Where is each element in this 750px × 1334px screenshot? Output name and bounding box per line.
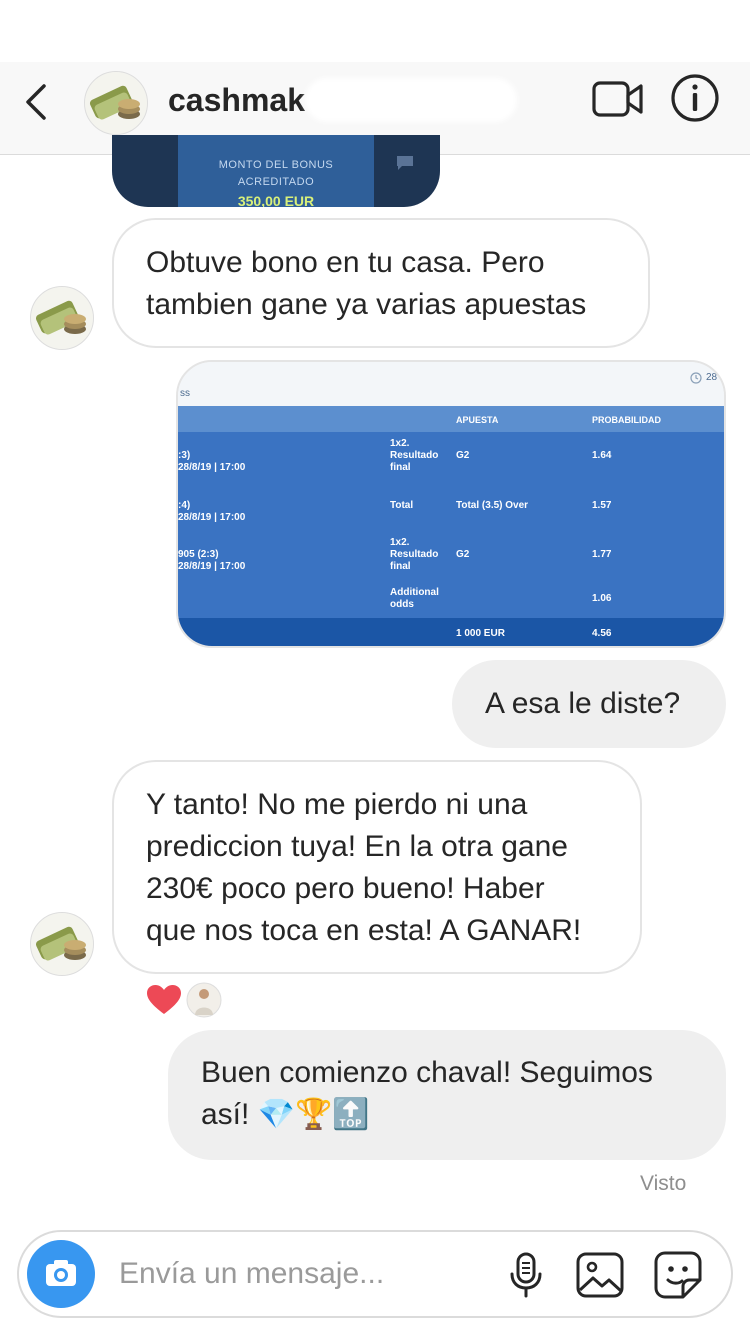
match-date: 28/8/19 | 17:00 [178,561,246,572]
market-label: Resultado [390,450,439,461]
seen-status: Visto [640,1172,687,1195]
column-header: APUESTA [456,415,499,425]
market-label: Total [390,500,414,511]
message-bubble-sent[interactable]: Buen comienzo chaval! Seguimos así! 💎🏆🔝 [168,1030,726,1160]
bet-odds: 1.57 [592,500,612,511]
red-heart-icon [147,985,181,1014]
match-score: :3) [178,450,191,461]
bet-odds: 1.77 [592,549,612,560]
blurred-region [305,78,517,122]
bet-selection: Total (3.5) Over [456,500,529,511]
bonus-label: ACREDITADO [237,176,315,188]
message-text: que nos toca en esta! A GANAR! [146,914,582,947]
message-text: 230€ poco pero bueno! Haber [146,872,545,905]
bonus-amount: 350,00 EUR [237,193,315,207]
total-odds: 4.56 [592,628,612,639]
money-roll-icon [31,913,93,975]
message-text: tambien gane ya varias apuestas [146,288,587,321]
table-body [178,432,724,618]
market-label: final [390,561,411,572]
message-bubble-sent[interactable]: A esa le diste? [452,660,726,748]
market-label: Resultado [390,549,439,560]
shared-image-bonus[interactable]: MONTO DEL BONUS ACREDITADO 350,00 EUR [112,135,440,207]
clock-icon [690,372,702,384]
message-bubble-received[interactable]: Y tanto! No me pierdo ni una prediccion … [112,760,642,974]
bet-odds: 1.64 [592,450,612,461]
chat-icon [397,156,413,170]
message-text: Obtuve bono en tu casa. Pero [146,246,545,279]
message-composer [17,1230,733,1318]
chat-username[interactable]: cashmak [168,82,305,119]
microphone-icon[interactable] [501,1250,551,1300]
match-score: :4) [178,500,191,511]
avatar[interactable] [84,71,148,135]
bet-slip-title: ss [180,388,190,399]
market-label: final [390,462,411,473]
money-roll-icon [85,72,147,134]
avatar[interactable] [30,286,94,350]
bonus-label: MONTO DEL BONUS [218,159,334,171]
shared-image-bet-slip[interactable]: ss 28 APUESTA PROBABILIDAD :3) 28/8/19 |… [176,360,726,648]
info-icon[interactable] [670,73,720,123]
bet-odds: 1.06 [592,593,612,604]
money-roll-icon [31,287,93,349]
camera-icon [46,1260,76,1286]
message-bubble-received[interactable]: Obtuve bono en tu casa. Pero tambien gan… [112,218,650,348]
table-footer [178,618,724,646]
reactor-avatar [186,982,222,1018]
video-camera-icon[interactable] [592,78,644,120]
message-text: Buen comienzo chaval! Seguimos [201,1056,653,1089]
avatar[interactable] [30,912,94,976]
bet-slip-topbar [178,362,724,406]
image-gallery-icon[interactable] [575,1250,625,1300]
match-date: 28/8/19 | 17:00 [178,462,246,473]
match-date: 28/8/19 | 17:00 [178,512,246,523]
market-label: Additional [390,587,439,598]
market-label: 1x2. [390,438,410,449]
message-text: A esa le diste? [485,687,681,720]
sticker-icon[interactable] [653,1250,703,1300]
message-reactions[interactable] [146,982,226,1020]
message-text: Y tanto! No me pierdo ni una [146,788,528,821]
total-stake: 1 000 EUR [456,628,505,639]
camera-button[interactable] [27,1240,95,1308]
bet-slip-time: 28 [706,372,718,383]
bet-selection: G2 [456,450,470,461]
message-input[interactable] [119,1252,449,1296]
market-label: 1x2. [390,537,410,548]
chevron-left-icon[interactable] [22,82,52,122]
market-label: odds [390,599,414,610]
match-score: 905 (2:3) [178,549,219,560]
bet-selection: G2 [456,549,470,560]
message-text: prediccion tuya! En la otra gane [146,830,568,863]
column-header: PROBABILIDAD [592,415,661,425]
message-text: así! 💎🏆🔝 [201,1098,370,1131]
